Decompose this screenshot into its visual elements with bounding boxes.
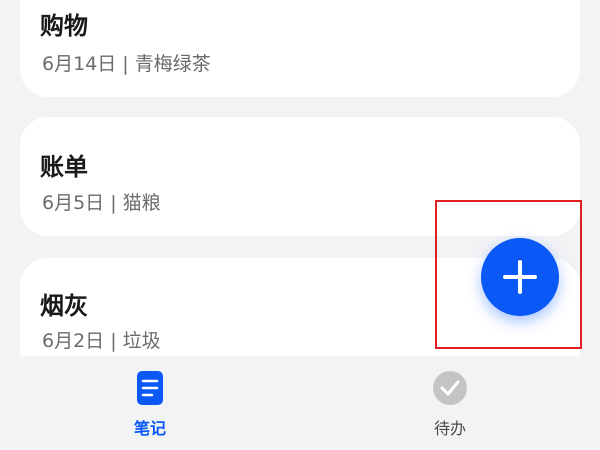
note-card[interactable]: 购物 6月14日 | 青梅绿茶	[20, 0, 580, 97]
checkmark-circle-icon	[433, 371, 467, 405]
plus-icon	[503, 260, 537, 294]
note-title: 购物	[40, 12, 88, 40]
note-meta: 6月14日 | 青梅绿茶	[42, 53, 211, 75]
note-meta: 6月2日 | 垃圾	[42, 330, 161, 352]
note-meta: 6月5日 | 猫粮	[42, 192, 161, 214]
tab-notes[interactable]: 笔记	[110, 370, 190, 440]
note-title: 烟灰	[40, 292, 88, 320]
add-note-button[interactable]	[481, 238, 559, 316]
notes-app-screen: 购物 6月14日 | 青梅绿茶 账单 6月5日 | 猫粮 烟灰 6月2日 | 垃…	[0, 0, 600, 450]
notes-icon	[137, 371, 163, 405]
tab-notes-label: 笔记	[133, 419, 166, 438]
tab-todo[interactable]: 待办	[410, 370, 490, 440]
note-card[interactable]: 账单 6月5日 | 猫粮	[20, 117, 580, 236]
bottom-nav: 笔记 待办	[0, 356, 600, 450]
tab-todo-label: 待办	[433, 419, 466, 438]
note-title: 账单	[40, 153, 88, 181]
